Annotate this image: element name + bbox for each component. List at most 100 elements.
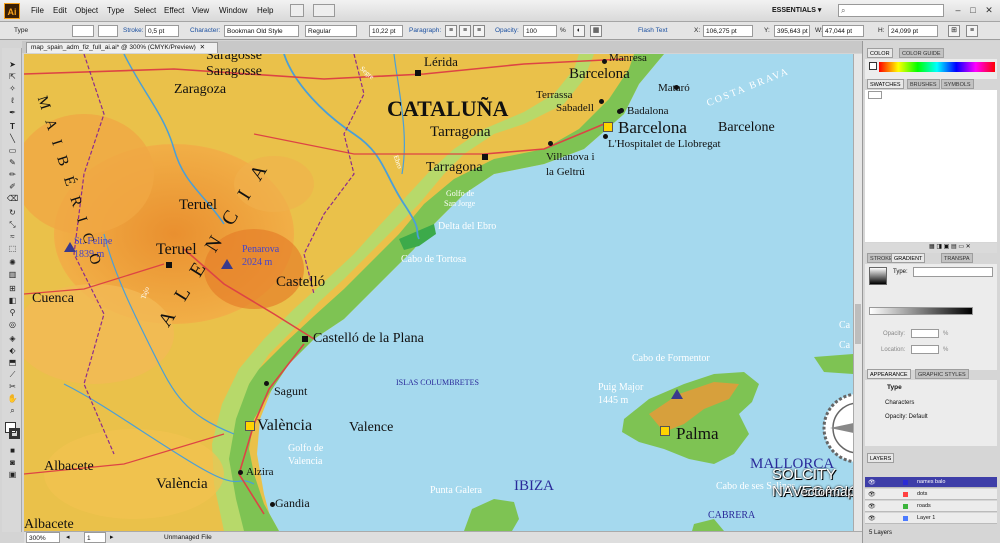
color-spectrum[interactable] (879, 62, 995, 72)
stroke-weight-field[interactable]: 0,5 pt (145, 25, 179, 37)
status-info[interactable]: Unmanaged File (164, 534, 212, 541)
reference-point-icon[interactable]: ▦ (590, 25, 602, 37)
vertical-scrollbar[interactable] (853, 54, 862, 531)
live-paint-tool-icon[interactable]: ◈ (6, 334, 19, 344)
align-center-icon[interactable]: ≡ (459, 25, 471, 37)
menu-help[interactable]: Help (257, 6, 273, 15)
close-tab-icon[interactable]: ✕ (200, 44, 205, 51)
symbol-sprayer-tool-icon[interactable]: ✺ (6, 258, 19, 268)
rectangle-tool-icon[interactable]: ▭ (6, 146, 19, 156)
panel-menu-icon[interactable]: ≡ (966, 25, 978, 37)
gradient-type-select[interactable] (913, 267, 993, 277)
font-style-select[interactable]: Regular (305, 25, 357, 37)
menu-object[interactable]: Object (75, 6, 98, 15)
tab-color[interactable]: COLOR (867, 48, 893, 58)
tab-symbols[interactable]: SYMBOLS (941, 79, 974, 89)
tab-color-guide[interactable]: COLOR GUIDE (899, 48, 944, 58)
bridge-icon[interactable] (290, 4, 304, 17)
tab-graphic-styles[interactable]: GRAPHIC STYLES (915, 369, 969, 379)
paintbrush-tool-icon[interactable]: ✎ (6, 158, 19, 168)
artboard-canvas[interactable]: Saragosse Saragosse Zaragoza Lérida Manr… (24, 54, 853, 531)
minimize-button[interactable]: – (951, 4, 965, 17)
slice-tool-icon[interactable]: ⟋ (6, 370, 19, 380)
eye-icon[interactable]: 👁 (868, 490, 876, 500)
menu-window[interactable]: Window (219, 6, 247, 15)
font-size-field[interactable]: 10,22 pt (369, 25, 403, 37)
align-left-icon[interactable]: ≡ (445, 25, 457, 37)
recolor-icon[interactable]: ◐ (573, 25, 585, 37)
location-field[interactable] (911, 345, 939, 354)
draw-mode-icon[interactable]: ◙ (6, 458, 19, 468)
next-artboard-icon[interactable]: ▸ (110, 533, 114, 541)
lasso-tool-icon[interactable]: ℓ (6, 96, 19, 106)
menu-edit[interactable]: Edit (53, 6, 67, 15)
opacity-field[interactable]: 100 (523, 25, 557, 37)
search-input[interactable] (838, 4, 944, 17)
pen-tool-icon[interactable]: ✒ (6, 108, 19, 118)
opacity-stop-field[interactable] (911, 329, 939, 338)
scissors-tool-icon[interactable]: ✂ (6, 382, 19, 392)
gradient-slider[interactable] (869, 307, 973, 315)
selection-tool-icon[interactable]: ➤ (6, 60, 19, 70)
workspace-switcher[interactable]: ESSENTIALS ▾ (772, 6, 821, 14)
width-field[interactable]: 47,044 pt (822, 25, 864, 37)
color-fill-icon[interactable] (869, 62, 877, 70)
layer-row[interactable]: 👁 Layer 1 (865, 513, 997, 524)
eye-icon[interactable]: 👁 (868, 478, 876, 488)
free-transform-tool-icon[interactable]: ⬚ (6, 244, 19, 254)
gradient-tool-icon[interactable]: ◧ (6, 296, 19, 306)
mesh-tool-icon[interactable]: ⊞ (6, 284, 19, 294)
scrollbar-thumb[interactable] (855, 304, 861, 344)
tab-appearance[interactable]: APPEARANCE (867, 369, 911, 379)
paragraph-label[interactable]: Paragraph: (409, 27, 441, 34)
pencil-tool-icon[interactable]: ✏ (6, 170, 19, 180)
menu-effect[interactable]: Effect (164, 6, 184, 15)
none-swatch[interactable] (868, 91, 882, 99)
maximize-button[interactable]: □ (966, 4, 980, 17)
stroke-swatch[interactable] (98, 25, 118, 37)
menu-view[interactable]: View (192, 6, 209, 15)
fill-swatch[interactable] (72, 25, 94, 37)
layer-row[interactable]: 👁 names balo (865, 477, 997, 488)
rotate-tool-icon[interactable]: ↻ (6, 208, 19, 218)
menu-select[interactable]: Select (134, 6, 156, 15)
layer-row[interactable]: 👁 dots (865, 489, 997, 500)
eyedropper-tool-icon[interactable]: ⚲ (6, 308, 19, 318)
eye-icon[interactable]: 👁 (868, 514, 876, 524)
gradient-thumbnail[interactable] (869, 267, 887, 285)
close-button[interactable]: ✕ (982, 4, 996, 17)
tab-swatches[interactable]: SWATCHES (867, 79, 904, 89)
tab-brushes[interactable]: BRUSHES (907, 79, 940, 89)
artboard-tool-icon[interactable]: ⬒ (6, 358, 19, 368)
blob-brush-tool-icon[interactable]: ✐ (6, 182, 19, 192)
screen-mode-icon[interactable]: ▣ (6, 470, 19, 480)
tab-gradient[interactable]: GRADIENT (891, 253, 926, 263)
x-field[interactable]: 106,275 pt (703, 25, 753, 37)
direct-selection-tool-icon[interactable]: ⇱ (6, 72, 19, 82)
color-mode-icon[interactable]: ■ (6, 446, 19, 456)
eye-icon[interactable]: 👁 (868, 502, 876, 512)
line-tool-icon[interactable]: ╲ (6, 134, 19, 144)
blend-tool-icon[interactable]: ◎ (6, 320, 19, 330)
menu-file[interactable]: File (31, 6, 44, 15)
swatch-library-icon[interactable]: ▦ ◨ ▣ ▤ ▭ ✕ (929, 243, 971, 250)
tab-layers[interactable]: LAYERS (867, 453, 895, 463)
eraser-tool-icon[interactable]: ⌫ (6, 194, 19, 204)
arrange-documents-icon[interactable] (313, 4, 335, 17)
menu-type[interactable]: Type (107, 6, 124, 15)
character-label[interactable]: Character: (190, 27, 220, 34)
zoom-tool-icon[interactable]: ⌕ (6, 406, 19, 416)
stroke-label[interactable]: Stroke: (123, 27, 144, 34)
font-family-select[interactable]: Bookman Old Style (224, 25, 299, 37)
document-tab[interactable]: map_spain_adm_fiz_full_ai.ai* @ 300% (CM… (26, 42, 218, 53)
hand-tool-icon[interactable]: ✋ (6, 394, 19, 404)
layer-row[interactable]: 👁 roads (865, 501, 997, 512)
appearance-characters[interactable]: Characters (885, 400, 914, 406)
live-paint-selection-tool-icon[interactable]: ⬖ (6, 346, 19, 356)
flash-text-label[interactable]: Flash Text (638, 27, 668, 34)
transform-icon[interactable]: ⊞ (948, 25, 960, 37)
opacity-label[interactable]: Opacity: (495, 27, 519, 34)
type-tool-icon[interactable]: T (6, 122, 19, 132)
magic-wand-tool-icon[interactable]: ✧ (6, 84, 19, 94)
appearance-opacity[interactable]: Opacity: Default (885, 414, 928, 420)
